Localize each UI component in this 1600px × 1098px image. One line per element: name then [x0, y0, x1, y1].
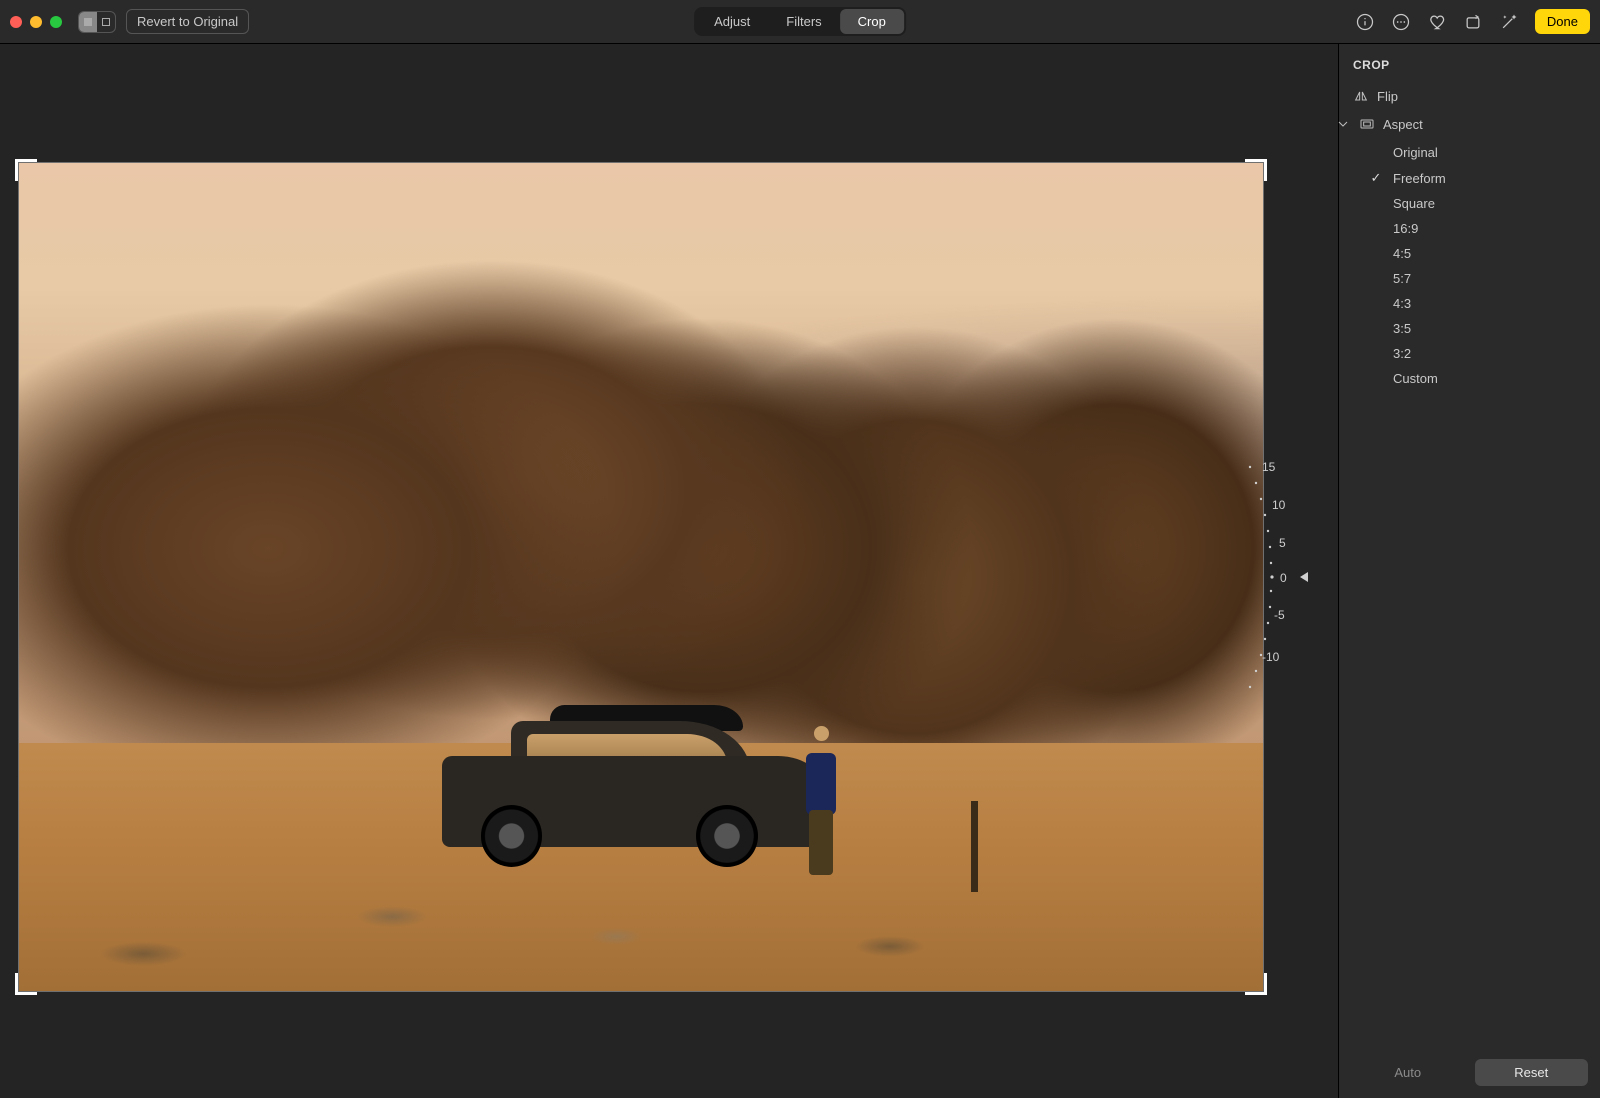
fullscreen-window-button[interactable] [50, 16, 62, 28]
tab-crop[interactable]: Crop [840, 9, 904, 34]
auto-enhance-icon[interactable] [1499, 12, 1519, 32]
aspect-options-list: Original ✓ Freeform Square 16:9 4:5 5:7 4:3 3:5 3… [1339, 138, 1600, 397]
chevron-down-icon [1335, 116, 1351, 132]
dial-tick-15: 15 [1262, 460, 1276, 474]
flip-label: Flip [1377, 89, 1398, 104]
dial-tick-n5: -5 [1274, 608, 1285, 622]
crop-frame[interactable]: 15 10 5 0 -5 -10 [18, 162, 1264, 992]
sidebar-footer: Auto Reset [1339, 1047, 1600, 1098]
aspect-option-3-5[interactable]: 3:5 [1339, 316, 1600, 341]
editor-canvas: 15 10 5 0 -5 -10 [0, 44, 1338, 1098]
aspect-option-label: 4:3 [1393, 296, 1411, 311]
auto-crop-button[interactable]: Auto [1351, 1059, 1465, 1086]
reset-crop-button[interactable]: Reset [1475, 1059, 1589, 1086]
aspect-option-16-9[interactable]: 16:9 [1339, 216, 1600, 241]
crop-handle-bottom-left[interactable] [15, 973, 37, 995]
photo-preview[interactable] [18, 162, 1264, 992]
window-controls [10, 16, 62, 28]
tab-filters[interactable]: Filters [768, 9, 839, 34]
aspect-disclosure[interactable]: Aspect [1339, 110, 1600, 138]
aspect-option-freeform[interactable]: ✓ Freeform [1339, 165, 1600, 191]
sidebar-title: CROP [1339, 44, 1600, 82]
toolbar: Revert to Original Adjust Filters Crop D… [0, 0, 1600, 44]
photo-person [803, 726, 840, 875]
aspect-option-label: 16:9 [1393, 221, 1418, 236]
revert-to-original-button[interactable]: Revert to Original [126, 9, 249, 34]
dial-tick-0: 0 [1280, 571, 1287, 585]
aspect-option-label: Custom [1393, 371, 1438, 386]
compare-before-icon [79, 12, 97, 32]
aspect-option-custom[interactable]: Custom [1339, 366, 1600, 391]
dial-pointer-icon [1300, 572, 1308, 582]
compare-toggle[interactable] [78, 11, 116, 33]
favorite-icon[interactable] [1427, 12, 1447, 32]
close-window-button[interactable] [10, 16, 22, 28]
aspect-option-4-5[interactable]: 4:5 [1339, 241, 1600, 266]
aspect-option-label: 4:5 [1393, 246, 1411, 261]
edit-mode-tabs: Adjust Filters Crop [694, 7, 906, 36]
checkmark-icon: ✓ [1369, 170, 1383, 186]
aspect-label: Aspect [1383, 117, 1423, 132]
minimize-window-button[interactable] [30, 16, 42, 28]
compare-after-icon [97, 12, 115, 32]
aspect-option-label: 5:7 [1393, 271, 1411, 286]
crop-handle-bottom-right[interactable] [1245, 973, 1267, 995]
aspect-option-label: 3:2 [1393, 346, 1411, 361]
photo-post [971, 801, 978, 892]
aspect-option-5-7[interactable]: 5:7 [1339, 266, 1600, 291]
aspect-option-label: 3:5 [1393, 321, 1411, 336]
rotate-icon[interactable] [1463, 12, 1483, 32]
photo-suv [442, 701, 828, 867]
aspect-option-label: Square [1393, 196, 1435, 211]
dial-tick-5: 5 [1279, 536, 1286, 550]
done-button[interactable]: Done [1535, 9, 1590, 34]
straighten-dial[interactable]: 15 10 5 0 -5 -10 [1222, 447, 1322, 707]
crop-handle-top-right[interactable] [1245, 159, 1267, 181]
dial-tick-n10: -10 [1262, 650, 1280, 664]
aspect-option-3-2[interactable]: 3:2 [1339, 341, 1600, 366]
aspect-option-original[interactable]: Original [1339, 140, 1600, 165]
dial-tick-10: 10 [1272, 498, 1286, 512]
crop-sidebar: CROP Flip Aspect Original ✓ Freeform Square… [1338, 44, 1600, 1098]
info-icon[interactable] [1355, 12, 1375, 32]
more-options-icon[interactable] [1391, 12, 1411, 32]
aspect-option-label: Freeform [1393, 171, 1446, 186]
crop-handle-top-left[interactable] [15, 159, 37, 181]
aspect-option-label: Original [1393, 145, 1438, 160]
aspect-option-square[interactable]: Square [1339, 191, 1600, 216]
tab-adjust[interactable]: Adjust [696, 9, 768, 34]
aspect-option-4-3[interactable]: 4:3 [1339, 291, 1600, 316]
flip-button[interactable]: Flip [1339, 82, 1600, 110]
flip-icon [1353, 88, 1369, 104]
aspect-icon [1359, 116, 1375, 132]
